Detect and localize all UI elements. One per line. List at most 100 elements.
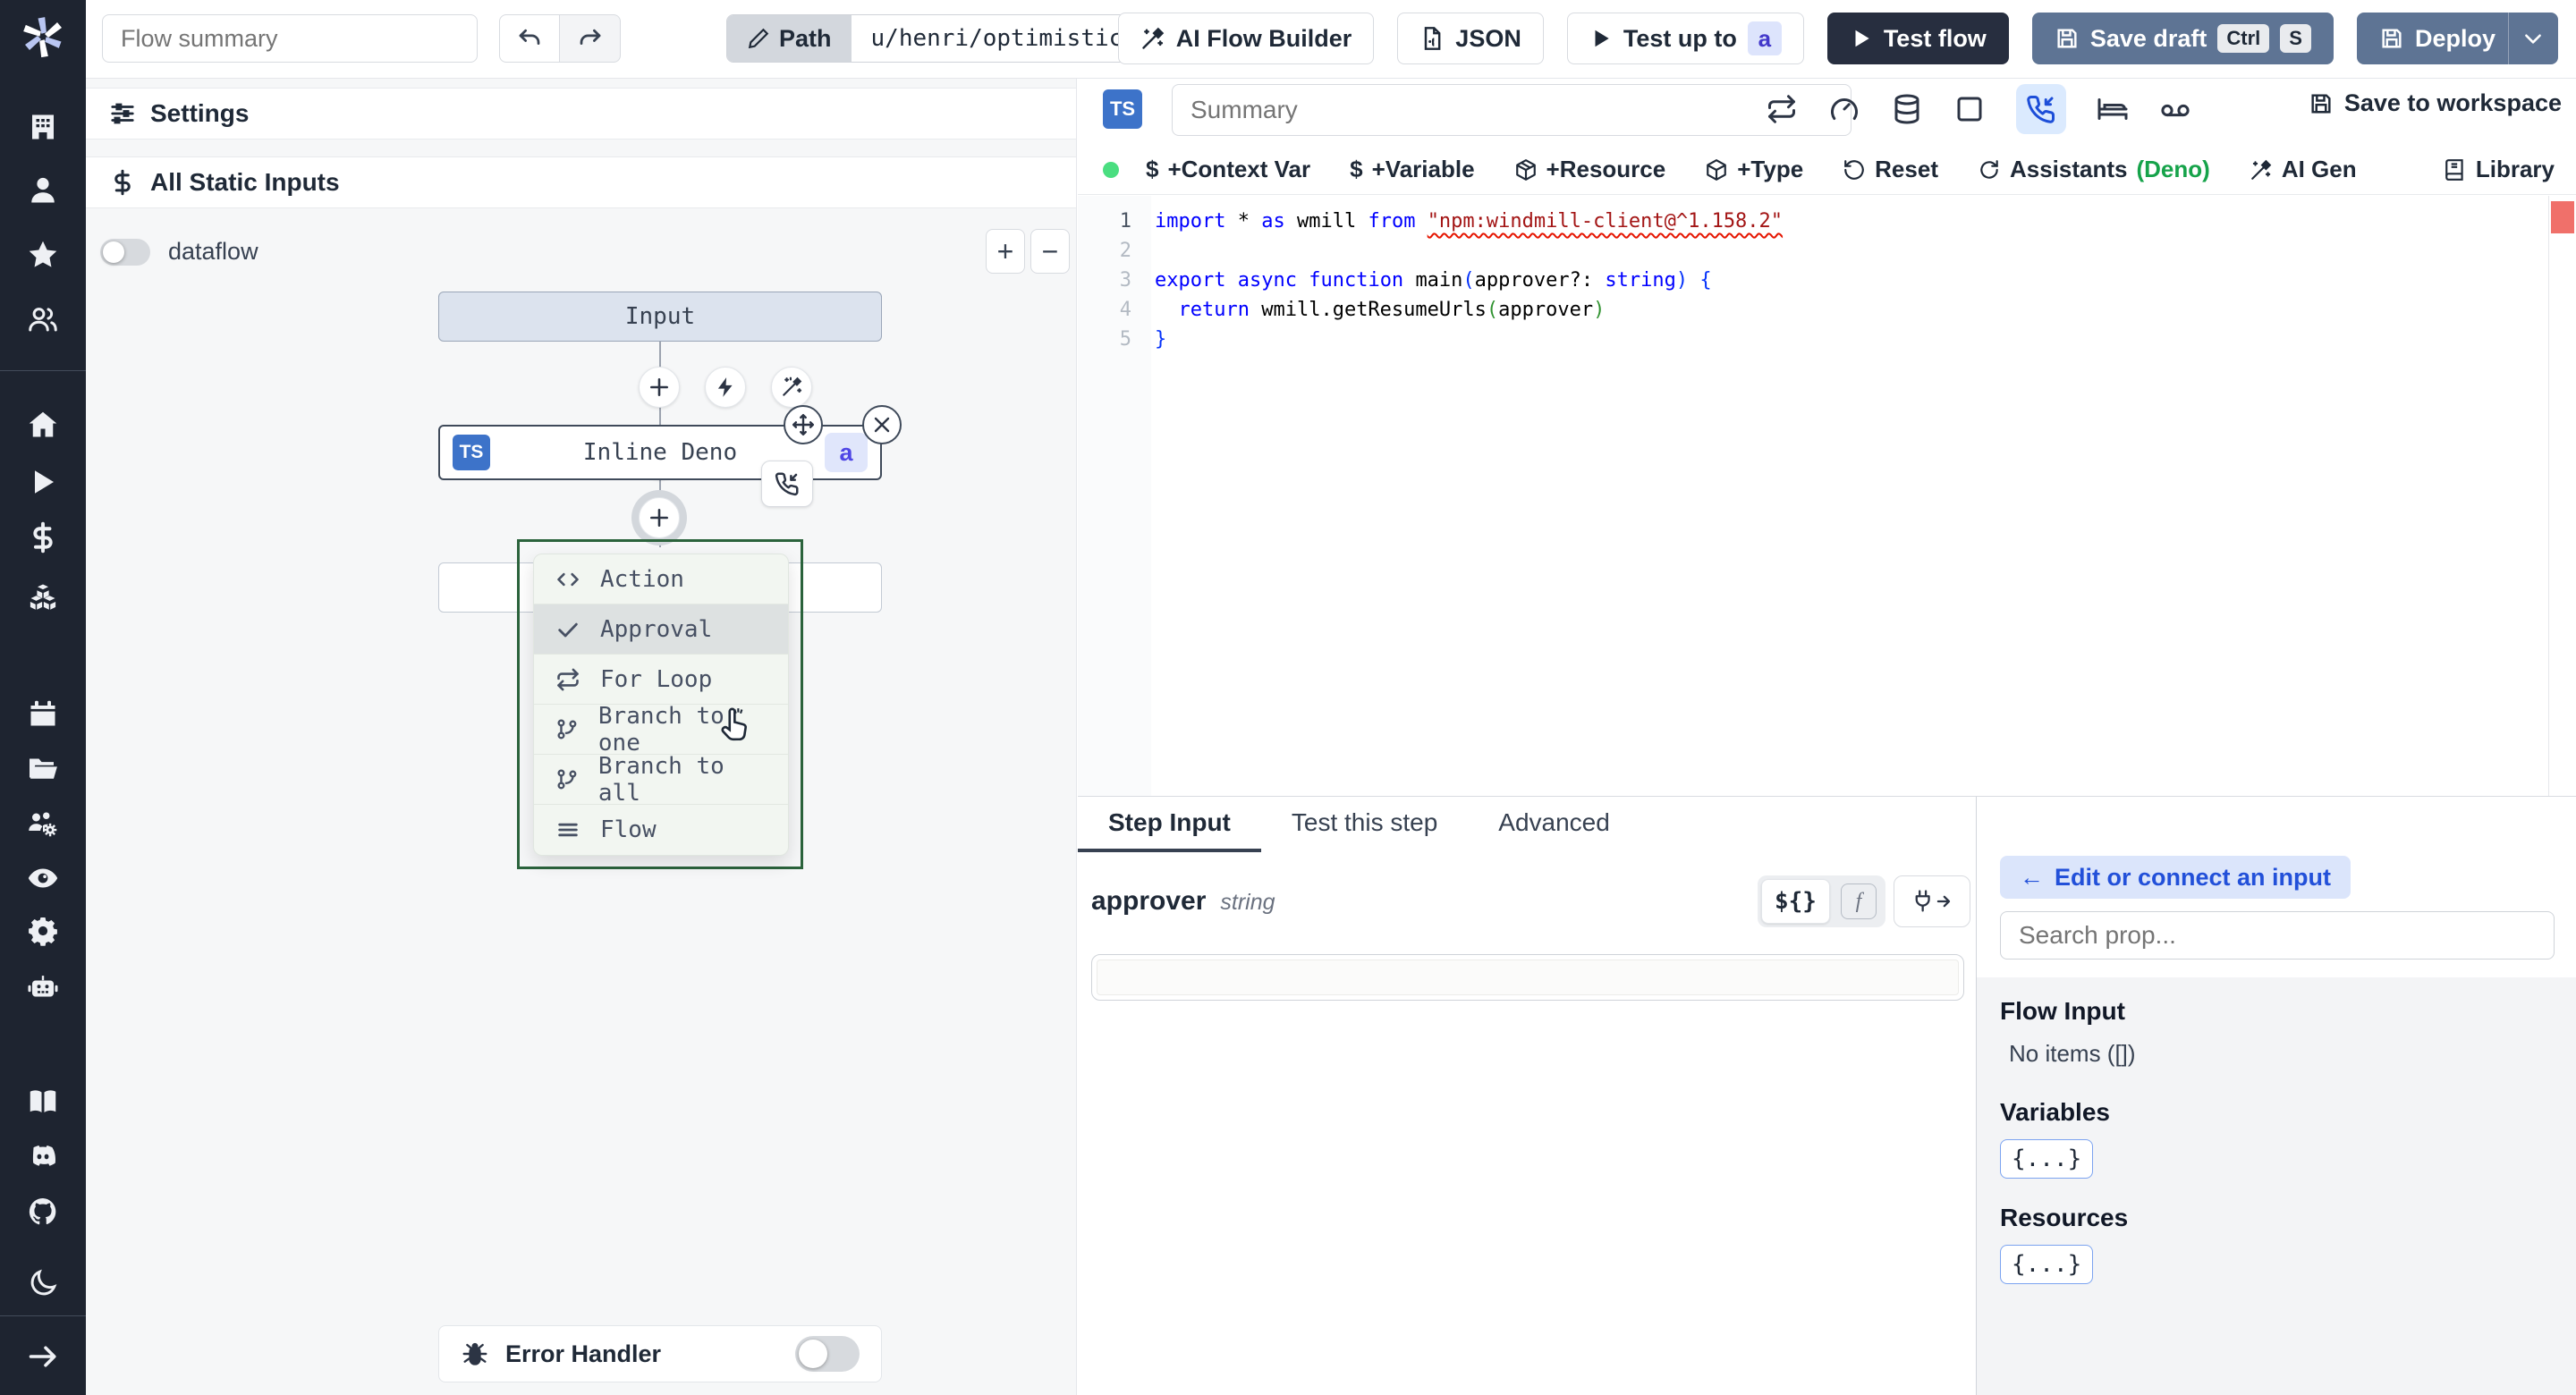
error-handler-row[interactable]: Error Handler (438, 1325, 882, 1382)
zoom-in-button[interactable]: + (986, 229, 1025, 274)
settings-row[interactable]: Settings (86, 88, 1076, 140)
menu-item-for-loop[interactable]: For Loop (534, 655, 788, 705)
move-node-button[interactable] (784, 405, 823, 444)
test-up-to-button[interactable]: Test up to a (1566, 13, 1804, 64)
connect-panel: ← Edit or connect an input Flow Input No… (1976, 797, 2576, 1395)
test-flow-button[interactable]: Test flow (1826, 13, 2009, 64)
sliders-icon (111, 103, 134, 124)
tab-test-this-step[interactable]: Test this step (1261, 797, 1468, 852)
dataflow-toggle[interactable] (100, 238, 150, 266)
redo-button[interactable] (560, 14, 621, 63)
add-context-var-button[interactable]: $ +Context Var (1146, 156, 1310, 183)
save-icon (2057, 29, 2077, 48)
sidebar-divider (0, 1315, 86, 1316)
moon-icon[interactable] (27, 1267, 59, 1299)
check-icon (558, 622, 578, 637)
calendar-icon[interactable] (27, 698, 59, 730)
save-to-workspace-button[interactable]: Save to workspace (2309, 89, 2562, 117)
reset-button[interactable]: Reset (1843, 156, 1938, 183)
variables-object-chip[interactable]: {...} (2000, 1139, 2094, 1179)
database-icon[interactable] (1891, 93, 1923, 125)
lsp-status-dot (1103, 161, 1119, 178)
add-step-below-button[interactable] (639, 497, 680, 538)
list-icon (558, 823, 578, 837)
add-resource-button[interactable]: +Resource (1514, 156, 1665, 183)
code-editor[interactable]: 1 import * as wmill from "npm:windmill-cl… (1078, 196, 2576, 796)
git-branch-icon (557, 768, 577, 789)
assistants-button[interactable]: Assistants (Deno) (1978, 156, 2210, 183)
menu-item-action[interactable]: Action (534, 554, 788, 604)
building-icon[interactable] (27, 111, 59, 143)
menu-item-approval[interactable]: Approval (534, 604, 788, 655)
fn-mode-button[interactable]: f (1840, 884, 1877, 919)
edit-or-connect-button[interactable]: ← Edit or connect an input (2000, 856, 2351, 899)
deploy-button[interactable]: Deploy (2356, 13, 2558, 64)
error-handler-toggle[interactable] (795, 1336, 860, 1372)
flow-input-node[interactable]: Input (438, 292, 882, 342)
arrow-right-icon[interactable] (27, 1340, 59, 1373)
resources-object-chip[interactable]: {...} (2000, 1245, 2094, 1284)
chevron-down-icon[interactable] (2521, 27, 2545, 50)
book-icon[interactable] (27, 1086, 59, 1118)
delete-node-button[interactable] (862, 405, 902, 444)
star-icon[interactable] (27, 239, 59, 271)
users-group-icon[interactable] (27, 303, 59, 335)
ai-wand-button[interactable] (771, 367, 812, 408)
robot-icon[interactable] (27, 971, 59, 1003)
save-draft-label: Save draft (2089, 24, 2207, 52)
library-button[interactable]: Library (2444, 156, 2555, 183)
add-type-button[interactable]: +Type (1705, 156, 1803, 183)
ai-gen-button[interactable]: AI Gen (2250, 156, 2357, 183)
dataflow-toggle-row: dataflow (100, 238, 258, 266)
github-icon[interactable] (27, 1196, 59, 1228)
trigger-bolt-button[interactable] (705, 367, 746, 408)
eye-icon[interactable] (27, 862, 59, 894)
test-flow-label: Test flow (1883, 24, 1987, 52)
path-button[interactable]: Path (727, 15, 852, 62)
error-marker (2551, 201, 2574, 233)
step-summary-input[interactable] (1172, 84, 1852, 136)
dollar-icon[interactable] (27, 521, 59, 554)
save-draft-button[interactable]: Save draft Ctrl S (2031, 13, 2334, 64)
add-variable-button[interactable]: $ +Variable (1350, 156, 1474, 183)
menu-item-flow[interactable]: Flow (534, 805, 788, 855)
zoom-out-button[interactable]: − (1030, 229, 1070, 274)
folder-open-icon[interactable] (27, 752, 59, 784)
gear-icon[interactable] (27, 915, 59, 947)
users-gear-icon[interactable] (27, 807, 59, 839)
square-icon[interactable] (1953, 93, 1986, 125)
json-button[interactable]: JSON (1397, 13, 1544, 64)
home-icon[interactable] (27, 409, 59, 441)
refresh-icon (1980, 159, 1998, 179)
git-branch-icon (557, 718, 577, 739)
line-number: 3 (1119, 269, 1131, 292)
voicemail-icon[interactable] (2159, 93, 2191, 125)
cubes-icon[interactable] (27, 582, 59, 614)
gauge-icon[interactable] (1828, 93, 1860, 125)
dollar-icon: $ (1146, 156, 1159, 182)
retries-icon[interactable] (1766, 93, 1798, 125)
discord-icon[interactable] (27, 1140, 59, 1172)
step-node-label: Inline Deno (582, 439, 738, 466)
flow-summary-input[interactable] (102, 14, 478, 63)
ai-flow-builder-label: AI Flow Builder (1175, 24, 1352, 52)
add-step-button[interactable] (639, 367, 680, 408)
connect-input-button[interactable] (1894, 875, 1970, 927)
menu-item-branch-to-all[interactable]: Branch to all (534, 753, 788, 807)
windmill-logo-icon[interactable] (21, 16, 64, 59)
line-number: 1 (1119, 210, 1131, 232)
user-icon[interactable] (27, 174, 59, 207)
expr-mode-button[interactable]: ${} (1761, 879, 1830, 924)
suspend-phone-button[interactable] (761, 461, 813, 507)
phone-incoming-icon[interactable] (2016, 84, 2066, 134)
search-prop-input[interactable] (2000, 911, 2555, 960)
play-icon[interactable] (27, 466, 59, 498)
bed-icon[interactable] (2097, 93, 2129, 125)
prop-value-field[interactable] (1091, 954, 1964, 1001)
undo-button[interactable] (499, 14, 560, 63)
tab-step-input[interactable]: Step Input (1078, 797, 1261, 852)
prop-header: approver string (1091, 886, 1275, 917)
ai-flow-builder-button[interactable]: AI Flow Builder (1117, 13, 1375, 64)
tab-advanced[interactable]: Advanced (1468, 797, 1640, 852)
all-static-inputs-row[interactable]: All Static Inputs (86, 156, 1076, 208)
